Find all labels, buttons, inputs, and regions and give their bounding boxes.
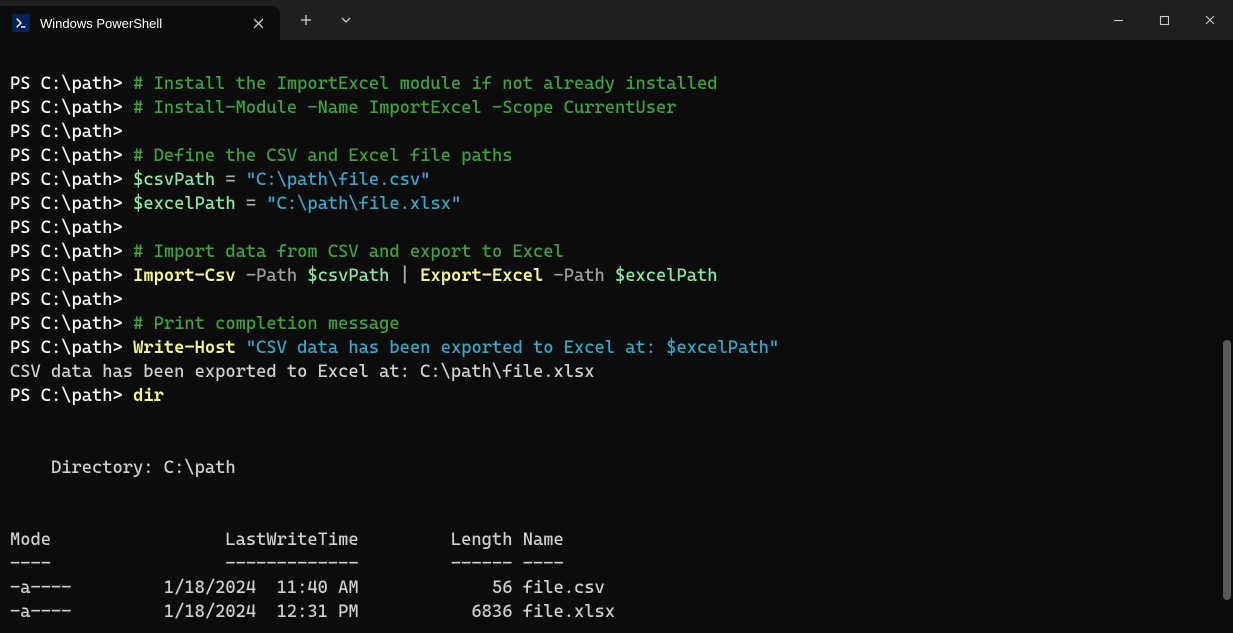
prompt: PS C:\path> — [10, 290, 123, 310]
prompt: PS C:\path> — [10, 314, 123, 334]
scrollbar-track[interactable] — [1221, 40, 1231, 633]
table-header: Mode LastWriteTime Length Name — [10, 530, 564, 550]
variable: $excelPath — [615, 266, 718, 286]
prompt: PS C:\path> — [10, 338, 123, 358]
prompt: PS C:\path> — [10, 242, 123, 262]
output-line: Directory: C:\path — [10, 458, 236, 478]
parameter: -Path — [543, 266, 615, 286]
comment-line: # Define the CSV and Excel file paths — [133, 146, 512, 166]
close-button[interactable] — [1187, 0, 1233, 40]
tab-powershell[interactable]: Windows PowerShell — [0, 6, 280, 40]
string-literal: "C:\path\file.xlsx" — [266, 194, 461, 214]
window-controls — [1095, 0, 1233, 40]
maximize-button[interactable] — [1141, 0, 1187, 40]
operator: = — [236, 194, 267, 214]
comment-line: # Print completion message — [133, 314, 400, 334]
operator: = — [215, 170, 246, 190]
minimize-button[interactable] — [1095, 0, 1141, 40]
comment-line: # Install the ImportExcel module if not … — [133, 74, 717, 94]
cmdlet: dir — [133, 386, 164, 406]
variable: $csvPath — [133, 170, 215, 190]
tab-close-button[interactable] — [248, 13, 268, 33]
comment-line: # Install-Module -Name ImportExcel -Scop… — [133, 98, 676, 118]
tab-actions — [280, 0, 364, 40]
prompt: PS C:\path> — [10, 122, 123, 142]
cmdlet: Import-Csv — [133, 266, 236, 286]
pipe-operator: | — [389, 266, 420, 286]
prompt: PS C:\path> — [10, 146, 123, 166]
string-literal: "C:\path\file.csv" — [246, 170, 431, 190]
tab-dropdown-button[interactable] — [328, 4, 364, 36]
table-row: -a---- 1/18/2024 11:40 AM 56 file.csv — [10, 578, 605, 598]
cmdlet: Write-Host — [133, 338, 236, 358]
table-row: -a---- 1/18/2024 12:31 PM 6836 file.xlsx — [10, 602, 615, 622]
output-line: CSV data has been exported to Excel at: … — [10, 362, 594, 382]
table-divider: ---- ------------- ------ ---- — [10, 554, 564, 574]
terminal-output[interactable]: PS C:\path> # Install the ImportExcel mo… — [0, 40, 1233, 633]
prompt: PS C:\path> — [10, 386, 123, 406]
scrollbar-thumb[interactable] — [1223, 340, 1231, 600]
prompt: PS C:\path> — [10, 74, 123, 94]
powershell-icon — [12, 14, 30, 32]
new-tab-button[interactable] — [288, 4, 324, 36]
prompt: PS C:\path> — [10, 170, 123, 190]
prompt: PS C:\path> — [10, 98, 123, 118]
variable: $excelPath — [133, 194, 236, 214]
parameter: -Path — [236, 266, 308, 286]
prompt: PS C:\path> — [10, 218, 123, 238]
variable: $csvPath — [307, 266, 389, 286]
window: Windows PowerShell PS C:\ — [0, 0, 1233, 633]
cmdlet: Export-Excel — [420, 266, 543, 286]
string-literal: "CSV data has been exported to Excel at:… — [246, 338, 779, 358]
comment-line: # Import data from CSV and export to Exc… — [133, 242, 564, 262]
prompt: PS C:\path> — [10, 266, 123, 286]
titlebar: Windows PowerShell — [0, 0, 1233, 40]
tab-title: Windows PowerShell — [40, 16, 238, 31]
titlebar-drag-region[interactable] — [364, 0, 1095, 40]
prompt: PS C:\path> — [10, 194, 123, 214]
